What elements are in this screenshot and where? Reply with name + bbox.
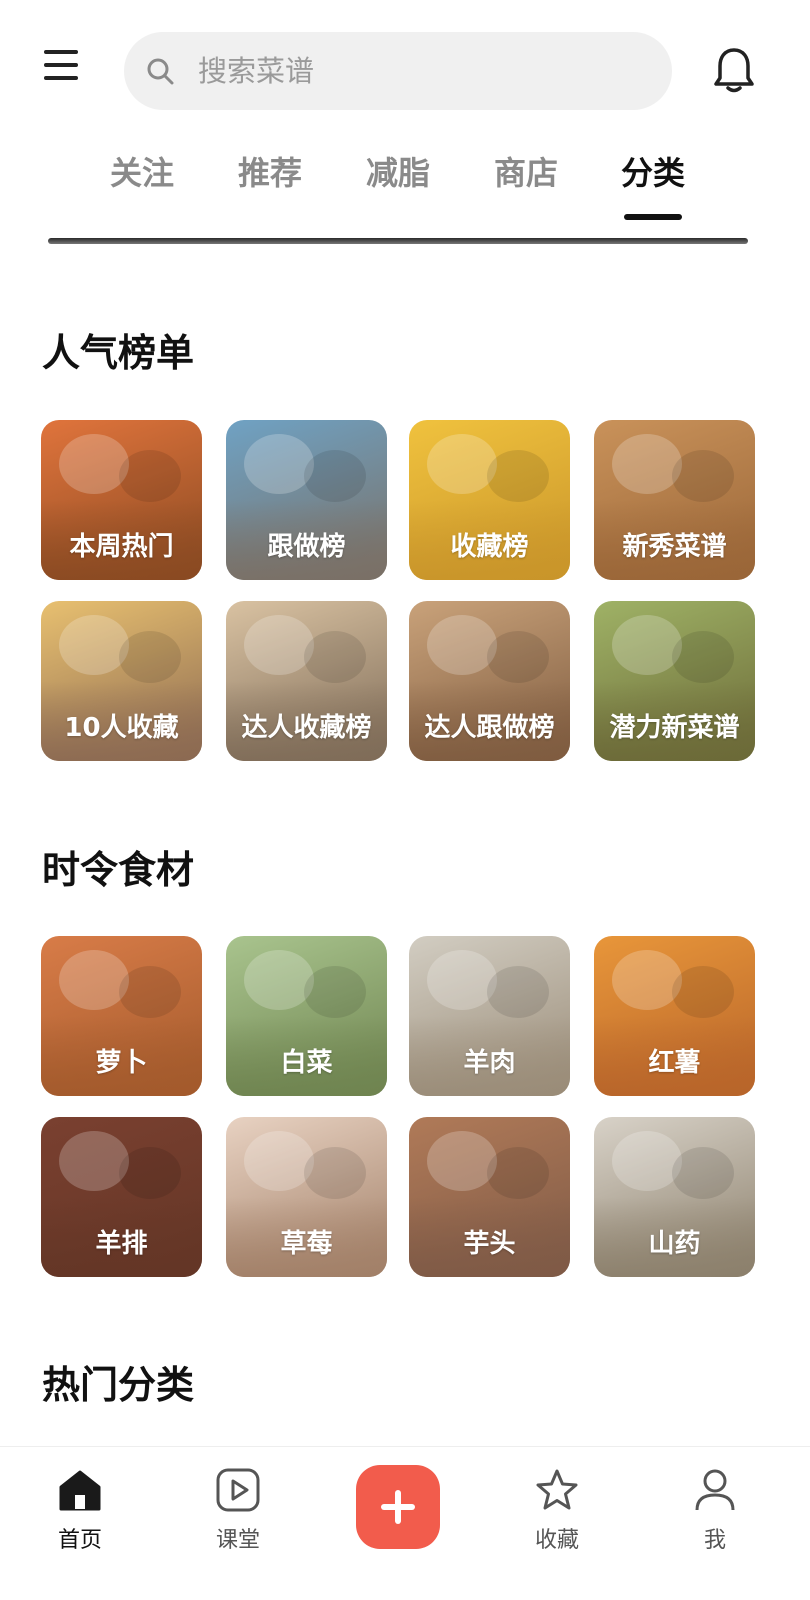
tile-label: 白菜: [280, 1048, 333, 1078]
top-bar: 搜索菜谱: [0, 0, 810, 140]
food-photo: [59, 950, 129, 1010]
tab-follow[interactable]: 关注: [110, 150, 174, 196]
food-photo: [59, 434, 129, 494]
tile-label: 收藏榜: [450, 532, 529, 562]
search-icon: [147, 58, 174, 85]
category-tile[interactable]: 芋头: [409, 1117, 570, 1277]
nav-me[interactable]: 我: [665, 1467, 765, 1555]
food-photo-detail: [487, 450, 549, 502]
food-photo: [612, 615, 682, 675]
tab-recommend[interactable]: 推荐: [238, 150, 302, 196]
section-title-seasonal: 时令食材: [42, 848, 195, 892]
category-tile[interactable]: 收藏榜: [409, 420, 570, 580]
food-photo: [244, 1131, 314, 1191]
tile-label: 本周热门: [69, 532, 174, 562]
category-tile[interactable]: 跟做榜: [226, 420, 387, 580]
content-divider: [48, 238, 748, 244]
food-photo: [427, 1131, 497, 1191]
food-photo-detail: [487, 1147, 549, 1199]
food-photo: [59, 615, 129, 675]
tile-label: 羊排: [95, 1229, 148, 1259]
category-tile[interactable]: 白菜: [226, 936, 387, 1096]
add-recipe-button[interactable]: [356, 1465, 440, 1549]
food-photo: [612, 434, 682, 494]
tab-category[interactable]: 分类: [621, 150, 685, 196]
category-tile[interactable]: 达人收藏榜: [226, 601, 387, 761]
tile-label: 芋头: [463, 1229, 516, 1259]
nav-classroom[interactable]: 课堂: [188, 1467, 288, 1555]
food-photo-detail: [304, 1147, 366, 1199]
food-photo-detail: [672, 1147, 734, 1199]
category-tile[interactable]: 羊肉: [409, 936, 570, 1096]
category-tile[interactable]: 羊排: [41, 1117, 202, 1277]
tile-label: 萝卜: [95, 1048, 148, 1078]
tile-label: 山药: [648, 1229, 701, 1259]
food-photo: [244, 950, 314, 1010]
tile-label: 达人收藏榜: [241, 713, 372, 743]
food-photo-detail: [672, 450, 734, 502]
tile-label: 10人收藏: [64, 713, 179, 743]
category-tile[interactable]: 潜力新菜谱: [594, 601, 755, 761]
category-tile[interactable]: 10人收藏: [41, 601, 202, 761]
food-photo-detail: [304, 450, 366, 502]
food-photo: [59, 1131, 129, 1191]
food-photo: [427, 615, 497, 675]
tile-label: 跟做榜: [267, 532, 346, 562]
active-tab-indicator: [624, 214, 682, 220]
food-photo-detail: [304, 966, 366, 1018]
food-photo: [612, 1131, 682, 1191]
play-icon: [216, 1468, 260, 1512]
food-photo: [427, 950, 497, 1010]
tab-bar: 关注 推荐 减脂 商店 分类: [0, 150, 810, 230]
search-input[interactable]: 搜索菜谱: [124, 32, 672, 110]
tile-label: 潜力新菜谱: [609, 713, 740, 743]
nav-home[interactable]: 首页: [30, 1467, 130, 1555]
tile-label: 达人跟做榜: [424, 713, 555, 743]
section-title-hot-categories: 热门分类: [42, 1363, 195, 1407]
category-tile[interactable]: 达人跟做榜: [409, 601, 570, 761]
nav-home-label: 首页: [57, 1528, 102, 1553]
nav-me-label: 我: [703, 1528, 726, 1553]
nav-favorites[interactable]: 收藏: [507, 1467, 607, 1555]
category-tile[interactable]: 红薯: [594, 936, 755, 1096]
search-placeholder: 搜索菜谱: [198, 54, 315, 88]
food-photo: [612, 950, 682, 1010]
food-photo-detail: [304, 631, 366, 683]
tab-diet[interactable]: 减脂: [366, 150, 430, 196]
food-photo-detail: [119, 450, 181, 502]
section-title-popular: 人气榜单: [42, 331, 195, 375]
category-tile[interactable]: 本周热门: [41, 420, 202, 580]
food-photo-detail: [119, 631, 181, 683]
food-photo: [244, 615, 314, 675]
tile-label: 红薯: [648, 1048, 701, 1078]
menu-icon[interactable]: [40, 50, 84, 90]
food-photo-detail: [672, 631, 734, 683]
category-tile[interactable]: 萝卜: [41, 936, 202, 1096]
category-tile[interactable]: 山药: [594, 1117, 755, 1277]
home-icon: [59, 1470, 101, 1511]
tile-label: 羊肉: [463, 1048, 516, 1078]
nav-favorites-label: 收藏: [534, 1528, 579, 1553]
food-photo-detail: [487, 631, 549, 683]
bell-icon[interactable]: [712, 46, 756, 94]
category-tile[interactable]: 草莓: [226, 1117, 387, 1277]
food-photo-detail: [119, 966, 181, 1018]
tab-shop[interactable]: 商店: [494, 150, 558, 196]
bottom-nav: 首页 课堂 收藏 我: [0, 1446, 810, 1600]
star-icon: [536, 1469, 578, 1510]
tile-label: 草莓: [280, 1229, 333, 1259]
food-photo: [427, 434, 497, 494]
person-icon: [695, 1469, 735, 1511]
food-photo-detail: [119, 1147, 181, 1199]
tile-label: 新秀菜谱: [622, 532, 727, 562]
food-photo-detail: [487, 966, 549, 1018]
app-root: 搜索菜谱 关注 推荐 减脂 商店 分类 人气榜单 本周热门 跟做榜 收藏榜 新秀菜谱 1…: [0, 0, 810, 1600]
category-tile[interactable]: 新秀菜谱: [594, 420, 755, 580]
nav-classroom-label: 课堂: [215, 1528, 260, 1553]
food-photo-detail: [672, 966, 734, 1018]
food-photo: [244, 434, 314, 494]
